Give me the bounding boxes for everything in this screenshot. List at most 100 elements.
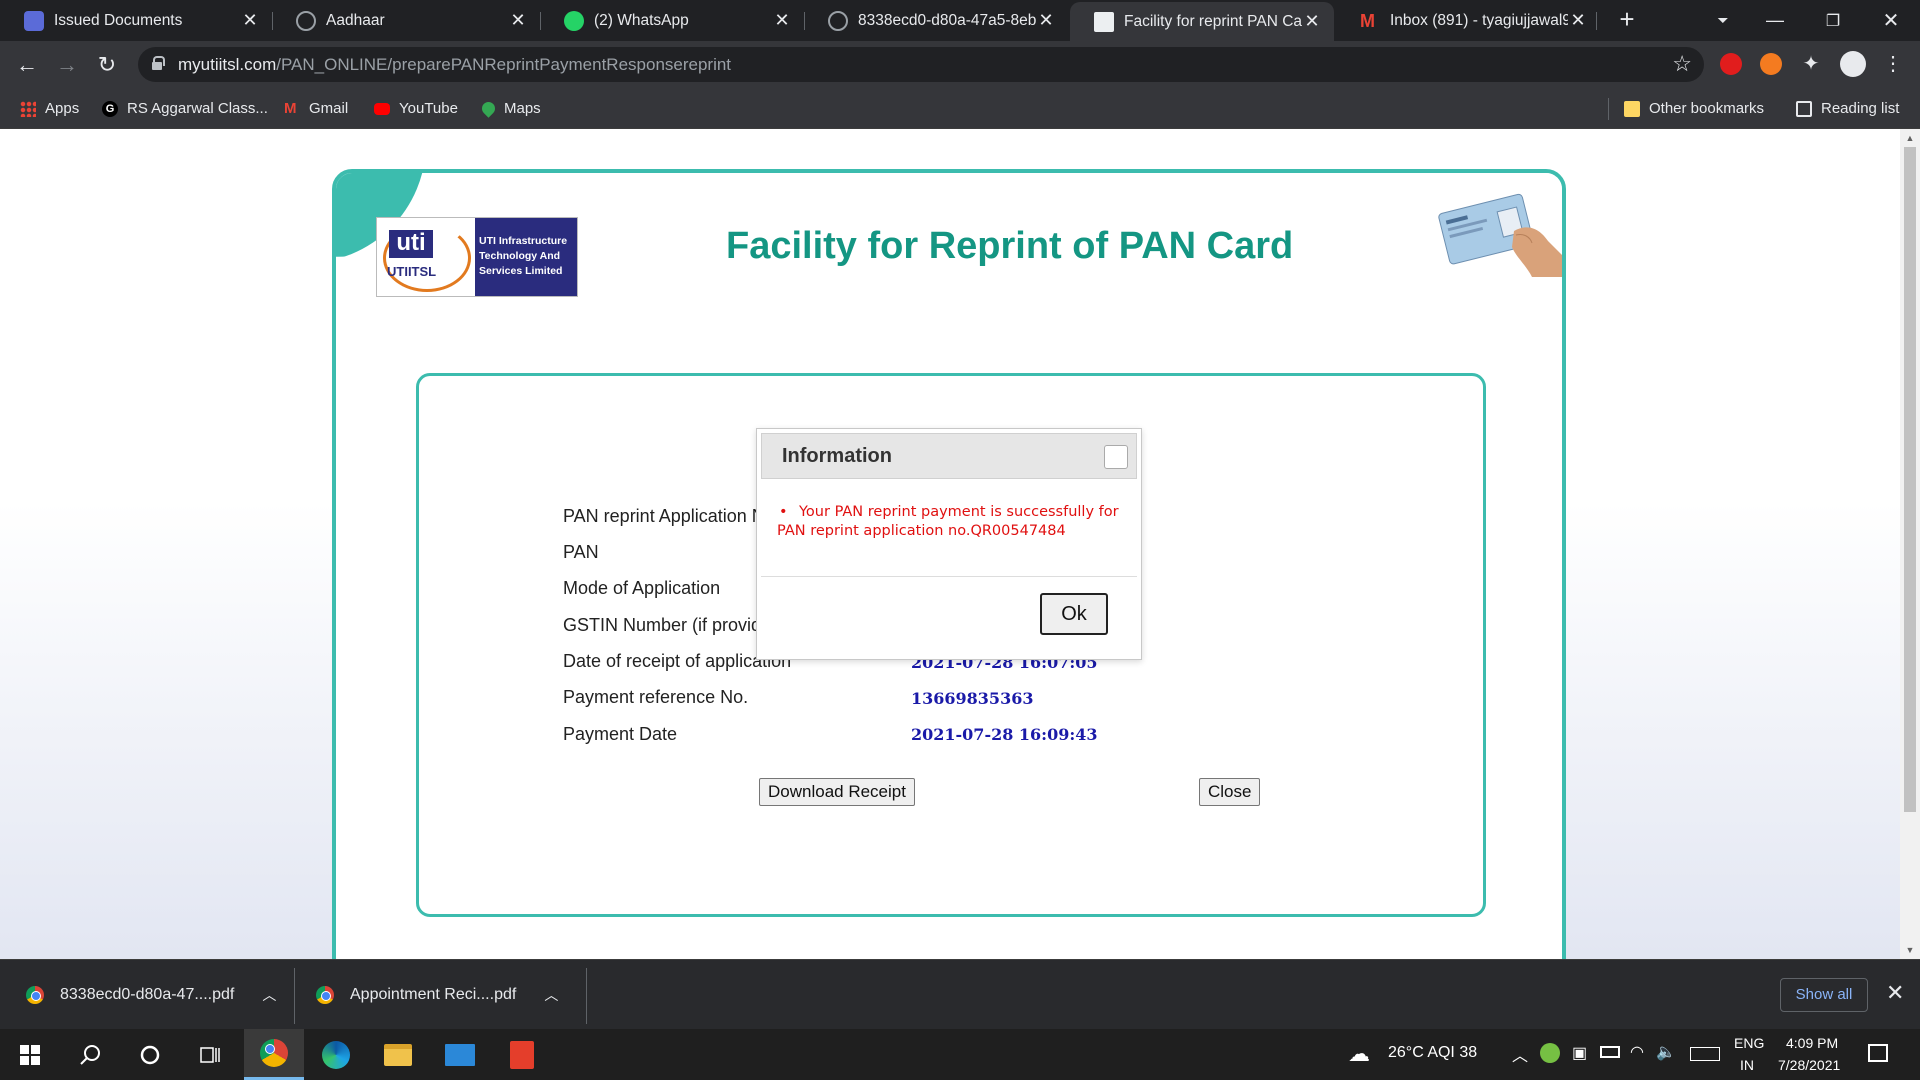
dialog-title: Information: [782, 445, 892, 467]
bookmark-maps[interactable]: Maps: [479, 88, 541, 129]
close-icon[interactable]: ✕: [1036, 10, 1056, 31]
close-icon[interactable]: ✕: [1886, 980, 1904, 1006]
minimize-icon[interactable]: —: [1746, 0, 1804, 41]
bullet-icon: •: [779, 504, 788, 520]
reading-list[interactable]: Reading list: [1796, 88, 1899, 129]
battery-icon[interactable]: [1600, 1046, 1620, 1058]
download-item[interactable]: Appointment Reci....pdf ︿: [316, 960, 558, 1030]
profile-avatar[interactable]: [1840, 51, 1866, 77]
url-text[interactable]: myutiitsl.com/PAN_ONLINE/preparePANRepri…: [178, 55, 731, 75]
dialog-close-icon[interactable]: [1104, 445, 1128, 469]
download-filename: 8338ecd0-d80a-47....pdf: [60, 986, 235, 1003]
globe-icon: [296, 10, 316, 31]
extension-icon[interactable]: [1760, 53, 1782, 75]
scroll-up-arrow-icon[interactable]: ▲: [1905, 133, 1915, 143]
tab-pan-reprint[interactable]: Facility for reprint PAN Card ✕: [1070, 2, 1334, 41]
chrome-taskbar-icon[interactable]: [244, 1029, 304, 1080]
label-gstin: GSTIN Number (if provide: [563, 615, 772, 635]
bookmark-gmail[interactable]: M Gmail: [284, 88, 348, 129]
pan-card-icon: [1094, 11, 1114, 32]
edge-icon[interactable]: [306, 1029, 366, 1080]
mail-icon[interactable]: [430, 1029, 490, 1080]
scroll-down-arrow-icon[interactable]: ▼: [1905, 945, 1915, 955]
logo-line: Services Limited: [479, 265, 563, 277]
back-arrow-icon[interactable]: ←: [10, 48, 44, 82]
bookmark-star-icon[interactable]: ☆: [1672, 51, 1692, 77]
download-item[interactable]: 8338ecd0-d80a-47....pdf ︿: [26, 960, 276, 1030]
lock-icon[interactable]: [152, 56, 165, 70]
bookmark-youtube[interactable]: YouTube: [374, 88, 458, 129]
windows-start-icon[interactable]: [0, 1029, 60, 1080]
windows-taskbar: ☁ 26°C AQI 38 ︿ ▣ ◠ 🔈 ENG IN 4:09 PM 7/2…: [0, 1029, 1920, 1080]
chevron-up-icon[interactable]: ︿: [262, 985, 276, 1005]
tab-search-icon[interactable]: ⏷: [1694, 0, 1752, 41]
label-application-no: PAN reprint Application N: [563, 506, 765, 526]
office-icon[interactable]: [492, 1029, 552, 1080]
new-tab-plus-icon[interactable]: +: [1612, 4, 1642, 34]
logo-line: UTI Infrastructure: [479, 235, 568, 247]
task-view-icon[interactable]: [180, 1029, 240, 1080]
chevron-up-icon[interactable]: ︿: [1512, 1042, 1528, 1066]
value-payment-reference: 13669835363: [911, 689, 1034, 708]
ok-button[interactable]: Ok: [1040, 593, 1108, 635]
chrome-icon: [316, 986, 334, 1004]
tab-pdf-document[interactable]: 8338ecd0-d80a-47a5-8eb3 ✕: [804, 0, 1068, 41]
clock-date[interactable]: 7/28/2021: [1778, 1057, 1840, 1073]
meet-now-icon[interactable]: ▣: [1572, 1043, 1587, 1063]
bookmark-other[interactable]: Other bookmarks: [1624, 88, 1764, 129]
logo-uti-text: uti: [389, 230, 433, 258]
label-payment-date: Payment Date: [563, 724, 678, 744]
tab-whatsapp[interactable]: (2) WhatsApp ✕: [540, 0, 804, 41]
close-icon[interactable]: ✕: [240, 10, 260, 31]
wifi-icon[interactable]: ◠: [1630, 1042, 1644, 1062]
reading-list-label: Reading list: [1821, 100, 1900, 117]
close-icon[interactable]: ✕: [508, 10, 528, 31]
label-pan: PAN: [563, 542, 599, 562]
clock-time[interactable]: 4:09 PM: [1786, 1035, 1838, 1051]
utiitsl-logo: uti UTIITSL UTI Infrastructure Technolog…: [376, 217, 578, 297]
notifications-icon[interactable]: [1868, 1044, 1888, 1062]
search-icon[interactable]: [60, 1029, 120, 1080]
close-icon[interactable]: ✕: [1302, 11, 1322, 32]
close-icon[interactable]: ✕: [1568, 10, 1588, 31]
file-explorer-icon[interactable]: [368, 1029, 428, 1080]
gmail-icon: M: [284, 99, 297, 117]
dialog-header: Information: [761, 433, 1137, 479]
youtube-icon: [374, 102, 390, 115]
bookmark-label: Gmail: [309, 100, 349, 117]
close-icon[interactable]: ✕: [772, 10, 792, 31]
bookmark-label: YouTube: [399, 100, 458, 117]
page-scrollbar[interactable]: ▲ ▼: [1900, 129, 1920, 959]
tab-aadhaar[interactable]: Aadhaar ✕: [272, 0, 540, 41]
bookmark-apps[interactable]: Apps: [20, 88, 79, 129]
tab-gmail-inbox[interactable]: M Inbox (891) - tyagiujjawal9 ✕: [1336, 0, 1600, 41]
forward-arrow-icon[interactable]: →: [50, 48, 84, 82]
page-title: Facility for Reprint of PAN Card: [726, 225, 1294, 267]
language-code[interactable]: ENG: [1734, 1035, 1764, 1051]
restore-icon[interactable]: ❐: [1804, 0, 1862, 41]
address-bar[interactable]: myutiitsl.com/PAN_ONLINE/preparePANRepri…: [138, 47, 1704, 82]
window-close-icon[interactable]: ✕: [1862, 0, 1920, 41]
tray-app-icon[interactable]: [1540, 1043, 1560, 1063]
region-code[interactable]: IN: [1740, 1057, 1754, 1073]
bookmark-rs-aggarwal[interactable]: G RS Aggarwal Class...: [102, 88, 268, 129]
weather-status[interactable]: 26°C AQI 38: [1388, 1044, 1477, 1062]
download-receipt-button[interactable]: Download Receipt: [759, 778, 915, 806]
weather-cloud-icon[interactable]: ☁: [1348, 1041, 1370, 1067]
scroll-thumb[interactable]: [1904, 147, 1916, 812]
gmail-icon: M: [1360, 10, 1375, 31]
chevron-up-icon[interactable]: ︿: [544, 985, 558, 1005]
puzzle-extensions-icon[interactable]: ✦: [1800, 53, 1822, 75]
reload-icon[interactable]: ↻: [90, 48, 124, 82]
tab-title: (2) WhatsApp: [594, 11, 689, 29]
keyboard-icon[interactable]: [1690, 1047, 1720, 1061]
logo-company-name: UTI Infrastructure Technology And Servic…: [475, 218, 577, 296]
cortana-icon[interactable]: [120, 1029, 180, 1080]
pan-card-hand-image: [1438, 193, 1562, 277]
close-button[interactable]: Close: [1199, 778, 1261, 806]
adblock-extension-icon[interactable]: [1720, 53, 1742, 75]
menu-kebab-icon[interactable]: ⋮: [1882, 53, 1904, 75]
tab-issued-documents[interactable]: Issued Documents ✕: [0, 0, 272, 41]
volume-icon[interactable]: 🔈: [1656, 1042, 1676, 1062]
show-all-button[interactable]: Show all: [1780, 978, 1868, 1012]
